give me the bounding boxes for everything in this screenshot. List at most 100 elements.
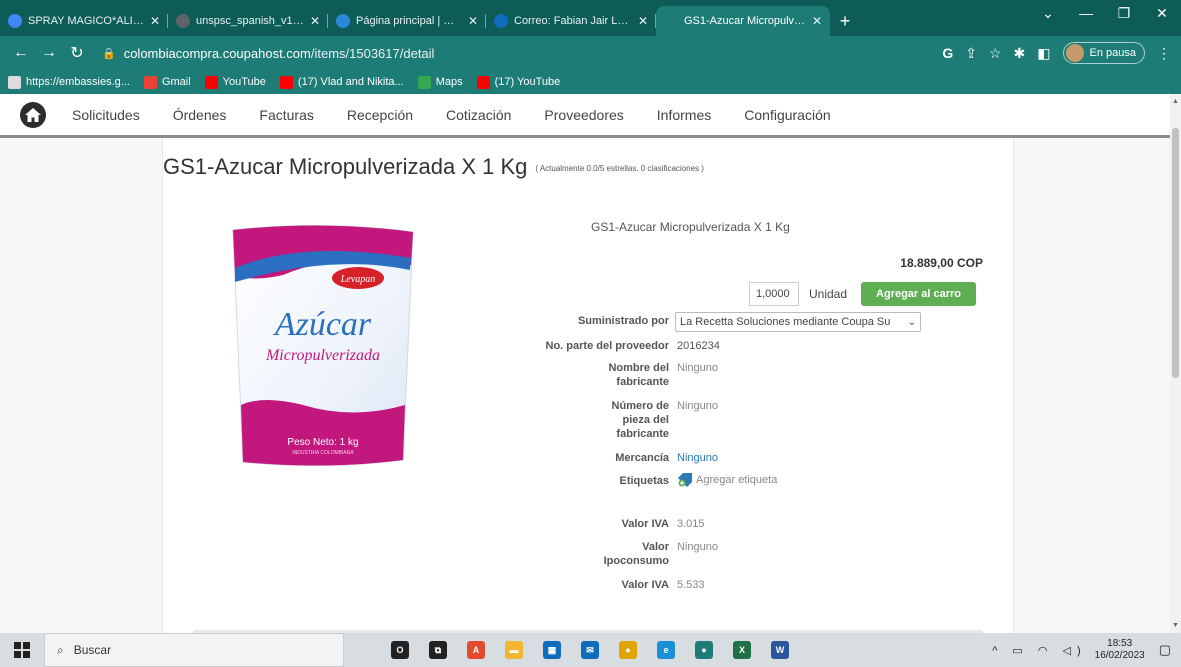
nav-item[interactable]: Solicitudes: [72, 107, 140, 123]
reload-icon[interactable]: ↻: [66, 43, 88, 63]
home-icon[interactable]: [20, 101, 46, 128]
page-scrollbar[interactable]: ▲ ▼: [1170, 94, 1181, 633]
edge-icon[interactable]: e: [650, 633, 682, 667]
restore-icon[interactable]: ❐: [1105, 0, 1143, 30]
cortana-icon-glyph: O: [391, 641, 409, 659]
chevron-down-icon: ⌄: [907, 316, 916, 328]
manufacturer-name-value: Ninguno: [677, 362, 718, 374]
bookmark-item[interactable]: YouTube: [204, 75, 266, 89]
part-no-label: No. parte del proveedor: [545, 340, 669, 352]
tab-search-icon[interactable]: ⌄: [1029, 0, 1067, 30]
taskbar-search[interactable]: ⌕ Buscar: [44, 633, 344, 667]
bookmark-favicon-icon: [143, 75, 157, 89]
browser-tab[interactable]: GS1-Azucar Micropulverizada ✕: [656, 6, 830, 36]
nav-item[interactable]: Facturas: [259, 107, 313, 123]
nav-item[interactable]: Cotización: [446, 107, 511, 123]
bookmark-label: Gmail: [161, 76, 191, 88]
minimize-icon[interactable]: —: [1067, 0, 1105, 30]
menu-icon[interactable]: ⋮: [1157, 45, 1171, 62]
tab-label: unspsc_spanish_v14_0801.pdf: [196, 15, 304, 27]
nav-item[interactable]: Órdenes: [173, 107, 227, 123]
windows-taskbar: ⌕ Buscar O ⧉ A ▬ ▦ ✉ ● e ● X W ^ ▭ ◠ ◁) 18:53 16/0…: [0, 633, 1181, 667]
notifications-icon[interactable]: ▢: [1159, 642, 1171, 658]
scroll-thumb[interactable]: [1172, 128, 1179, 378]
supplier-select[interactable]: La Recetta Soluciones mediante Coupa Su …: [675, 312, 921, 332]
mail-icon[interactable]: ✉: [574, 633, 606, 667]
add-tag-label: Agregar etiqueta: [696, 474, 778, 486]
taskbar-apps: O ⧉ A ▬ ▦ ✉ ● e ● X W: [384, 633, 796, 667]
product-panel: GS1-Azucar Micropulverizada X 1 Kg ( Actu…: [162, 138, 1014, 636]
tab-close-icon[interactable]: ✕: [468, 14, 478, 28]
search-icon: ⌕: [57, 642, 64, 657]
browser-tab[interactable]: unspsc_spanish_v14_0801.pdf ✕: [168, 6, 328, 36]
bookmark-favicon-icon: [417, 75, 431, 89]
share-icon[interactable]: ⇪: [965, 45, 977, 62]
image-footer: INDUSTRIA COLOMBIANA: [292, 450, 354, 456]
acrobat-icon[interactable]: A: [460, 633, 492, 667]
bookmarks-bar: https://embassies.g... Gmail YouTube (17) V…: [0, 70, 1181, 94]
store-icon[interactable]: ▦: [536, 633, 568, 667]
tags-label: Etiquetas: [619, 475, 669, 487]
app-navigation: Solicitudes Órdenes Facturas Recepción Cotiz…: [0, 94, 1170, 138]
cortana-icon[interactable]: O: [384, 633, 416, 667]
tab-close-icon[interactable]: ✕: [638, 14, 648, 28]
side-panel-icon[interactable]: ◧: [1037, 45, 1050, 62]
add-to-cart-button[interactable]: Agregar al carro: [861, 282, 977, 306]
url-field[interactable]: 🔒 colombiacompra.coupahost.com/items/150…: [102, 46, 434, 61]
tab-close-icon[interactable]: ✕: [310, 14, 320, 28]
profile-button[interactable]: En pausa: [1062, 42, 1145, 64]
close-window-icon[interactable]: ✕: [1143, 0, 1181, 30]
bookmark-label: https://embassies.g...: [26, 76, 130, 88]
quantity-input[interactable]: [749, 282, 799, 306]
ipoconsumo-label: Valor Ipoconsumo: [604, 540, 669, 568]
tab-label: GS1-Azucar Micropulverizada: [684, 15, 806, 27]
edge-icon-glyph: e: [657, 641, 675, 659]
nav-item[interactable]: Configuración: [744, 107, 830, 123]
browser-tab[interactable]: SPRAY MAGICO*ALIMENTOS ✕: [0, 6, 168, 36]
scroll-up-icon[interactable]: ▲: [1172, 98, 1179, 105]
main-content: GS1-Azucar Micropulverizada X 1 Kg ( Actu…: [0, 138, 1170, 636]
nav-item[interactable]: Recepción: [347, 107, 413, 123]
bookmark-favicon-icon: [476, 75, 490, 89]
manufacturer-part-label: Número de pieza del fabricante: [612, 399, 669, 441]
new-tab-button[interactable]: +: [830, 6, 860, 36]
nav-item[interactable]: Informes: [657, 107, 711, 123]
product-image: Levapan Azúcar Micropulverizada Peso Net…: [232, 224, 414, 467]
windows-start-icon[interactable]: [0, 633, 44, 667]
commodity-link[interactable]: Ninguno: [677, 451, 718, 465]
browser-tab[interactable]: Página principal | Microsoft 365 ✕: [328, 6, 486, 36]
forward-icon[interactable]: →: [38, 44, 60, 62]
tray-icons[interactable]: ^ ▭ ◠ ◁): [992, 644, 1086, 657]
acrobat-icon-glyph: A: [467, 641, 485, 659]
extensions-icon[interactable]: ✱: [1014, 45, 1026, 62]
excel-icon[interactable]: X: [726, 633, 758, 667]
iva-label-2: Valor IVA: [621, 579, 669, 591]
scroll-down-icon[interactable]: ▼: [1172, 622, 1179, 629]
back-icon[interactable]: ←: [10, 44, 32, 62]
bookmark-item[interactable]: (17) Vlad and Nikita...: [279, 75, 404, 89]
manufacturer-part-label-line3: fabricante: [616, 428, 669, 440]
bookmark-item[interactable]: Maps: [417, 75, 463, 89]
ipoconsumo-value: Ninguno: [677, 541, 718, 553]
google-icon[interactable]: G: [942, 45, 953, 61]
bookmark-item[interactable]: (17) YouTube: [476, 75, 560, 89]
file-explorer-icon[interactable]: ▬: [498, 633, 530, 667]
bookmark-star-icon[interactable]: ☆: [989, 45, 1002, 62]
browser-tab[interactable]: Correo: Fabian Jair Lopez Ca ✕: [486, 6, 656, 36]
bookmark-item[interactable]: Gmail: [143, 75, 191, 89]
supplied-by-label: Suministrado por: [577, 315, 669, 327]
nav-item[interactable]: Proveedores: [544, 107, 623, 123]
chrome-profile-icon[interactable]: ●: [688, 633, 720, 667]
url-host: colombiacompra.coupahost.com: [123, 45, 311, 61]
task-view-icon[interactable]: ⧉: [422, 633, 454, 667]
word-icon[interactable]: W: [764, 633, 796, 667]
tab-close-icon[interactable]: ✕: [812, 14, 822, 28]
address-bar: ← → ↻ 🔒 colombiacompra.coupahost.com/ite…: [0, 36, 1181, 70]
tab-close-icon[interactable]: ✕: [150, 14, 160, 28]
clock[interactable]: 18:53 16/02/2023: [1095, 638, 1145, 662]
add-tag-link[interactable]: Agregar etiqueta: [677, 473, 777, 487]
bookmark-item[interactable]: https://embassies.g...: [8, 75, 130, 89]
manufacturer-name-label: Nombre del fabricante: [608, 361, 669, 389]
chrome-icon[interactable]: ●: [612, 633, 644, 667]
tab-label: Página principal | Microsoft 365: [356, 15, 462, 27]
